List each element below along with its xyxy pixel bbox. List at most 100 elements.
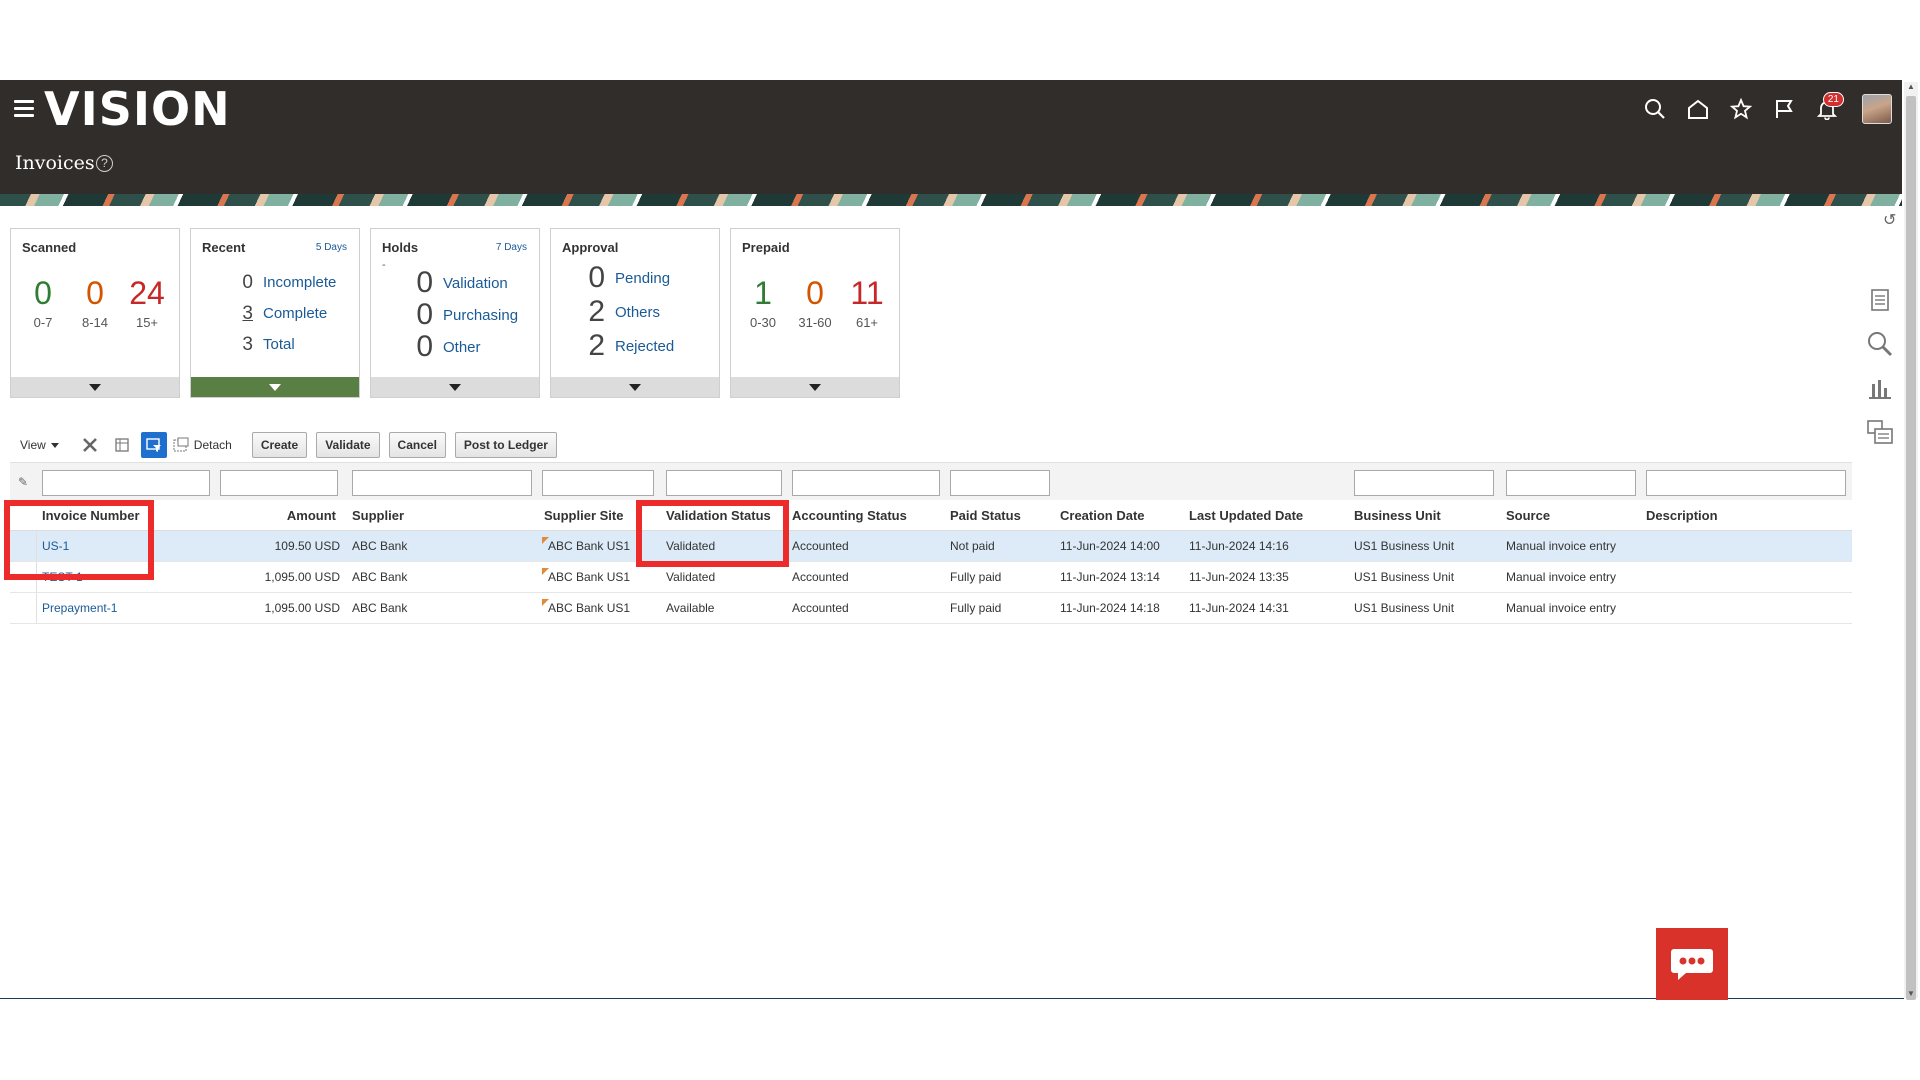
filter-supplier-site[interactable] <box>542 470 654 496</box>
tile-expand-button[interactable] <box>11 377 179 397</box>
supplier-site-text: ABC Bank US1 <box>548 570 631 584</box>
document-icon[interactable] <box>1860 278 1900 322</box>
scroll-down-icon[interactable]: ▼ <box>1907 989 1915 998</box>
scroll-up-icon[interactable]: ▲ <box>1907 82 1915 91</box>
tile-row[interactable]: 3 Total <box>191 329 359 360</box>
row-label[interactable]: Incomplete <box>263 274 336 291</box>
aging-bucket[interactable]: 0 0-7 <box>18 275 68 330</box>
help-icon[interactable]: ? <box>96 155 113 172</box>
tile-recent[interactable]: Recent 5 Days 0 Incomplete 3 Complete 3 Tot… <box>190 228 360 398</box>
tile-row[interactable]: 0 Other <box>371 330 539 363</box>
create-button[interactable]: Create <box>251 432 308 458</box>
tile-expand-button[interactable] <box>731 377 899 397</box>
cell-source: Manual invoice entry <box>1506 539 1617 553</box>
tile-row[interactable]: 0 Purchasing <box>371 298 539 331</box>
tile-row[interactable]: 0 Incomplete <box>191 267 359 298</box>
search-panel-icon[interactable] <box>1860 322 1900 366</box>
tile-row[interactable]: 2 Others <box>551 295 719 329</box>
row-label[interactable]: Complete <box>263 305 327 322</box>
row-label[interactable]: Rejected <box>615 338 674 355</box>
aging-bucket[interactable]: 0 31-60 <box>790 275 840 330</box>
vision-logo[interactable]: VISION <box>44 82 231 136</box>
table-row[interactable]: TEST-1 1,095.00 USD ABC Bank ABC Bank US… <box>10 562 1852 593</box>
tile-period[interactable]: 5 Days <box>316 242 347 253</box>
search-icon[interactable] <box>1633 92 1676 126</box>
tile-period[interactable]: 7 Days <box>496 242 527 253</box>
tile-row[interactable]: 0 Validation <box>371 266 539 299</box>
bucket-label: 0-7 <box>33 315 53 330</box>
table-row[interactable]: Prepayment-1 1,095.00 USD ABC Bank ABC B… <box>10 593 1852 624</box>
tile-row[interactable]: 0 Pending <box>551 261 719 295</box>
tile-row[interactable]: 3 Complete <box>191 298 359 329</box>
row-label[interactable]: Purchasing <box>443 307 518 324</box>
post-to-ledger-button[interactable]: Post to Ledger <box>454 432 557 458</box>
filter-supplier[interactable] <box>352 470 532 496</box>
panel-drawer-icons <box>1860 278 1900 454</box>
filter-amount[interactable] <box>220 470 338 496</box>
row-count: 0 <box>416 330 433 363</box>
tile-scanned[interactable]: Scanned 0 0-7 0 8-14 24 15+ <box>10 228 180 398</box>
filter-validation-status[interactable] <box>666 470 782 496</box>
row-label[interactable]: Total <box>263 336 295 353</box>
col-supplier-site[interactable]: Supplier Site <box>544 500 623 531</box>
col-supplier[interactable]: Supplier <box>352 500 404 531</box>
scroll-thumb[interactable] <box>1906 96 1916 1000</box>
tile-holds[interactable]: Holds 7 Days - 0 Validation 0 Purchasing 0… <box>370 228 540 398</box>
cell-source: Manual invoice entry <box>1506 570 1617 584</box>
tile-expand-button[interactable] <box>551 377 719 397</box>
star-icon[interactable] <box>1719 92 1762 126</box>
validate-button[interactable]: Validate <box>316 432 380 458</box>
aging-bucket[interactable]: 1 0-30 <box>738 275 788 330</box>
tile-approval[interactable]: Approval 0 Pending 2 Others 2 Rejected <box>550 228 720 398</box>
detach-button[interactable]: Detach <box>173 437 232 453</box>
cancel-button[interactable]: Cancel <box>388 432 446 458</box>
invoice-number-link[interactable]: Prepayment-1 <box>42 593 117 624</box>
col-description[interactable]: Description <box>1646 500 1718 531</box>
page-scrollbar[interactable]: ▲ ▼ <box>1904 82 1918 1000</box>
flag-icon[interactable] <box>1762 92 1805 126</box>
filter-description[interactable] <box>1646 470 1846 496</box>
filter-accounting-status[interactable] <box>792 470 940 496</box>
chart-panel-icon[interactable] <box>1860 366 1900 410</box>
user-avatar[interactable] <box>1862 94 1892 124</box>
filter-invoice-number[interactable] <box>42 470 210 496</box>
aging-bucket[interactable]: 24 15+ <box>122 275 172 330</box>
aging-bucket[interactable]: 0 8-14 <box>70 275 120 330</box>
col-amount[interactable]: Amount <box>220 500 336 531</box>
query-by-example-icon[interactable] <box>140 432 167 458</box>
app-header: VISION Invoices ? 21 <box>0 80 1902 206</box>
tile-expand-button[interactable] <box>191 377 359 397</box>
table-row[interactable]: US-1 109.50 USD ABC Bank ABC Bank US1 Va… <box>10 531 1852 562</box>
col-accounting-status[interactable]: Accounting Status <box>792 500 907 531</box>
col-paid-status[interactable]: Paid Status <box>950 500 1021 531</box>
row-count[interactable]: 3 <box>191 303 263 325</box>
oracle-invoices-page: VISION Invoices ? 21 Scanned 0 0-7 0 8-1… <box>0 0 1920 1080</box>
cell-paid-status: Fully paid <box>950 570 1002 584</box>
bucket-count: 0 <box>86 275 104 311</box>
tile-prepaid[interactable]: Prepaid 1 0-30 0 31-60 11 61+ <box>730 228 900 398</box>
col-business-unit[interactable]: Business Unit <box>1354 500 1441 531</box>
row-label[interactable]: Validation <box>443 275 508 292</box>
notes-panel-icon[interactable] <box>1860 410 1900 454</box>
tile-row[interactable]: 2 Rejected <box>551 329 719 363</box>
freeze-columns-icon[interactable] <box>109 432 135 458</box>
filter-business-unit[interactable] <box>1354 470 1494 496</box>
view-menu[interactable]: View <box>20 438 59 452</box>
row-label[interactable]: Others <box>615 304 660 321</box>
col-source[interactable]: Source <box>1506 500 1550 531</box>
row-label[interactable]: Pending <box>615 270 670 287</box>
refresh-icon[interactable]: ↺ <box>1883 210 1896 230</box>
filter-source[interactable] <box>1506 470 1636 496</box>
col-last-updated-date[interactable]: Last Updated Date <box>1189 500 1303 531</box>
aging-bucket[interactable]: 11 61+ <box>842 275 892 330</box>
tile-title: Prepaid <box>742 240 790 255</box>
bell-icon[interactable]: 21 <box>1805 92 1848 126</box>
clear-filter-icon[interactable] <box>77 432 103 458</box>
col-creation-date[interactable]: Creation Date <box>1060 500 1145 531</box>
row-label[interactable]: Other <box>443 339 481 356</box>
filter-paid-status[interactable] <box>950 470 1050 496</box>
chat-button[interactable] <box>1656 928 1728 1000</box>
tile-expand-button[interactable] <box>371 377 539 397</box>
home-icon[interactable] <box>1676 92 1719 126</box>
menu-icon[interactable] <box>14 100 34 117</box>
